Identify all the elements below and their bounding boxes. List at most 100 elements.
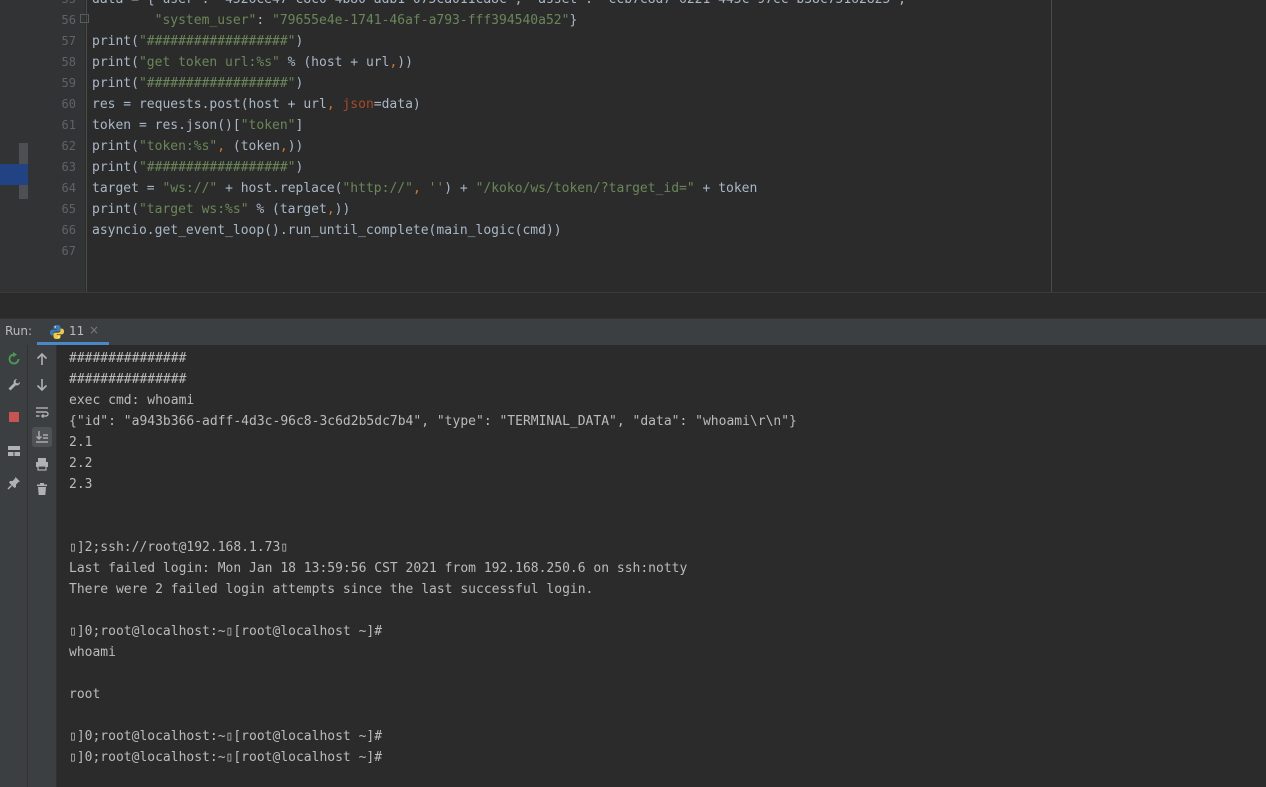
line-number: 55	[28, 0, 76, 10]
code-line: print("target ws:%s" % (target,))	[92, 199, 350, 220]
wrench-icon[interactable]	[4, 375, 24, 395]
code-token: ''	[428, 181, 445, 196]
code-token: print(	[92, 55, 139, 70]
code-token: ,	[326, 97, 343, 112]
line-number: 58	[61, 55, 76, 69]
console-line: Last failed login: Mon Jan 18 13:59:56 C…	[69, 561, 688, 576]
console-line: exec cmd: whoami	[69, 393, 195, 408]
code-token: print(	[92, 202, 139, 217]
code-editor[interactable]: 55 56 57 58 59 60 61 62 63 64 65 66 67 data = {"user…	[0, 0, 1266, 292]
code-line: data = {"user": "4526ce47-c8c0-4b80-adb1…	[92, 0, 906, 10]
code-token: ,	[412, 181, 429, 196]
code-token: ))	[334, 202, 351, 217]
code-token: token = res.json()[	[92, 118, 241, 133]
code-line: print("get token url:%s" % (host + url,)…	[92, 52, 413, 73]
code-token: "get token url:%s"	[138, 55, 280, 70]
code-token: ,	[217, 139, 233, 154]
editor-right-pane	[1052, 0, 1266, 292]
code-token: print(	[92, 76, 139, 91]
code-token: ))	[287, 139, 304, 154]
code-token: "system_user"	[154, 13, 257, 28]
rerun-icon[interactable]	[4, 349, 24, 369]
run-tab-label: 11	[69, 324, 85, 338]
pin-icon[interactable]	[4, 473, 24, 493]
code-token: json	[342, 97, 374, 112]
code-token: print(	[92, 139, 139, 154]
line-number: 60	[61, 97, 76, 111]
console-line: 2.3	[69, 477, 93, 492]
print-icon[interactable]	[32, 454, 52, 474]
arrow-up-icon[interactable]	[32, 349, 52, 369]
code-token: )	[295, 34, 304, 49]
line-number: 57	[61, 34, 76, 48]
code-token: "token:%s"	[138, 139, 218, 154]
code-token: (token	[232, 139, 280, 154]
scroll-to-end-icon[interactable]	[32, 427, 52, 447]
python-icon	[49, 324, 65, 340]
soft-wrap-icon[interactable]	[32, 402, 52, 422]
console-line: ###############	[69, 372, 187, 387]
line-number: 63	[61, 160, 76, 174]
editor-side-strip	[0, 0, 29, 292]
trash-icon[interactable]	[32, 479, 52, 499]
layout-icon[interactable]	[4, 441, 24, 461]
code-token: print(	[92, 160, 139, 175]
line-number: 61	[61, 118, 76, 132]
code-token: "/koko/ws/token/?target_id="	[475, 181, 695, 196]
code-token: ,	[279, 139, 288, 154]
code-token: }	[569, 13, 578, 28]
code-line: target = "ws://" + host.replace("http://…	[92, 178, 757, 199]
code-token: )	[295, 76, 304, 91]
selection-marker	[0, 164, 28, 185]
code-line: print("##################")	[92, 73, 303, 94]
run-toolbar	[0, 345, 28, 787]
console-line: 2.1	[69, 435, 93, 450]
code-token: "##################"	[138, 34, 296, 49]
code-token: )	[295, 160, 304, 175]
line-number: 59	[61, 76, 76, 90]
code-token: "79655e4e-1741-46af-a793-fff394540a52"	[272, 13, 570, 28]
arrow-down-icon[interactable]	[32, 375, 52, 395]
run-tool-window-header: Run: 11 ×	[0, 318, 1266, 345]
code-line: print("##################")	[92, 157, 303, 178]
run-tab-11[interactable]: 11 ×	[37, 319, 109, 345]
code-token: % (host + url	[279, 55, 390, 70]
line-number: 64	[61, 181, 76, 195]
line-number: 67	[61, 244, 76, 258]
code-token: target =	[92, 181, 163, 196]
code-token: print(	[92, 34, 139, 49]
code-token: + token	[694, 181, 758, 196]
code-token: res = requests.post(host + url	[92, 97, 327, 112]
code-area[interactable]: data = {"user": "4526ce47-c8c0-4b80-adb1…	[86, 0, 1052, 292]
code-line: asyncio.get_event_loop().run_until_compl…	[92, 220, 562, 241]
code-token: ,	[326, 202, 335, 217]
console-line: There were 2 failed login attempts since…	[69, 582, 594, 597]
editor-bottom-bar	[0, 292, 1266, 318]
code-token: "http://"	[342, 181, 413, 196]
console-line: ▯]2;ssh://root@192.168.1.73▯	[69, 540, 289, 555]
console-line: ###############	[69, 351, 187, 366]
code-token: % (target	[248, 202, 327, 217]
console-line: {"id": "a943b366-adff-4d3c-96c8-3c6d2b5d…	[69, 414, 797, 429]
code-token: "target ws:%s"	[138, 202, 249, 217]
code-token: data = {"user": "4526ce47-c8c0-4b80-adb1…	[92, 0, 906, 7]
console-line: ▯]0;root@localhost:~▯[root@localhost ~]#	[69, 750, 383, 765]
scroll-marker	[19, 185, 28, 199]
console-line: ▯]0;root@localhost:~▯[root@localhost ~]#	[69, 729, 383, 744]
console-line: root	[69, 687, 101, 702]
line-number: 56	[61, 13, 76, 27]
console-line: 2.2	[69, 456, 93, 471]
console-output[interactable]: ############### ############### exec cmd: …	[57, 345, 1266, 787]
stop-icon[interactable]	[4, 407, 24, 427]
code-token: :	[256, 13, 273, 28]
code-token: "##################"	[138, 160, 296, 175]
line-number: 66	[61, 223, 76, 237]
code-line: res = requests.post(host + url, json=dat…	[92, 94, 421, 115]
code-token: ))	[397, 55, 413, 70]
code-token: "##################"	[138, 76, 296, 91]
console-line: whoami	[69, 645, 116, 660]
console-toolbar	[28, 345, 57, 787]
close-tab-icon[interactable]: ×	[89, 323, 99, 337]
code-token: + host.replace(	[217, 181, 343, 196]
